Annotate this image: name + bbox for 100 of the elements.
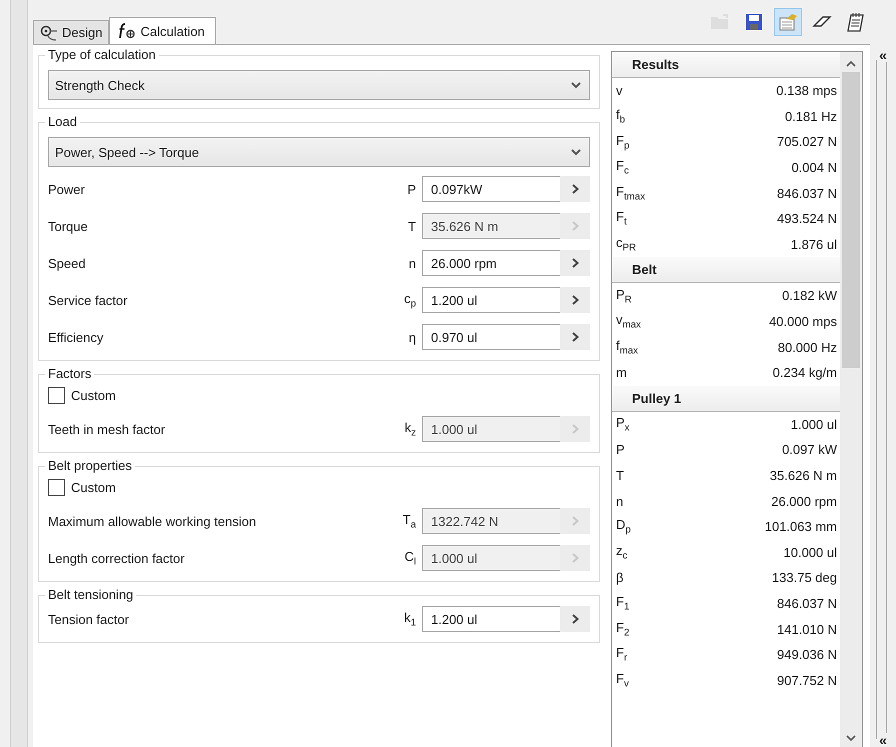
result-value: 493.524 N: [777, 211, 837, 226]
tab[interactable]: Calculation: [109, 17, 216, 44]
tab[interactable]: Design: [33, 20, 110, 44]
result-value: 846.037 N: [777, 186, 837, 201]
symbol-label: T: [408, 218, 416, 234]
symbol-label: T$_{a}$: [402, 512, 416, 530]
result-symbol: F$_{r}$: [616, 645, 628, 664]
result-value: 80.000 Hz: [778, 340, 837, 355]
value-field[interactable]: 26.000 rpm: [422, 250, 562, 276]
chevron-right-icon: [572, 516, 578, 526]
result-symbol: F$_{1}$: [616, 594, 630, 613]
result-symbol: F$_{c}$: [616, 158, 629, 177]
checkbox-label: Custom: [71, 388, 116, 402]
result-symbol: D$_{p}$: [616, 517, 631, 536]
symbol-label: η: [408, 330, 416, 344]
symbol-label: k$_{z}$: [404, 420, 416, 438]
field-label: Teeth in mesh factor: [48, 422, 166, 436]
value-field[interactable]: 0.970 ul: [422, 324, 562, 350]
result-value: 949.036 N: [777, 647, 837, 662]
field-label: Efficiency: [48, 330, 104, 344]
arrow-button[interactable]: [560, 176, 590, 202]
group-title: Factors: [45, 366, 94, 381]
result-symbol: F$_{v}$: [616, 670, 629, 690]
result-value: 0.138 mps: [776, 83, 837, 98]
symbol-label: k$_{1}$: [404, 610, 416, 628]
value-field[interactable]: 1.200 ul: [422, 287, 562, 313]
section-header: Belt: [612, 257, 840, 284]
save-icon: [745, 13, 763, 31]
result-value: 1.876 ul: [790, 236, 837, 252]
result-value: 846.037 N: [777, 596, 837, 611]
field-label: Length correction factor: [48, 550, 186, 566]
result-symbol: T: [616, 468, 624, 484]
result-symbol: f$_{max}$: [616, 338, 638, 356]
section-header: Results: [612, 52, 840, 78]
value-field[interactable]: 0.097kW: [422, 176, 562, 202]
chevron-right-icon: [572, 258, 578, 268]
chevron-right-icon: [572, 424, 578, 434]
result-symbol: z$_{c}$: [616, 543, 628, 562]
chevron-right-icon: [572, 295, 578, 305]
dropdown[interactable]: Power, Speed --> Torque: [48, 137, 590, 167]
result-symbol: F$_{t}$: [616, 209, 627, 228]
dropdown[interactable]: Strength Check: [48, 70, 590, 100]
arrow-button[interactable]: [560, 606, 590, 632]
scrollbar[interactable]: [840, 52, 862, 747]
chevron-right-icon: [572, 221, 578, 231]
chevron-right-icon: [572, 184, 578, 194]
arrow-button[interactable]: [560, 324, 590, 350]
symbol-label: C$_{l}$: [404, 548, 416, 568]
result-symbol: P$_{x}$: [616, 415, 630, 434]
chevron-down-icon: [571, 82, 581, 88]
result-symbol: P: [616, 442, 625, 458]
result-value: 40.000 mps: [769, 314, 837, 330]
result-value: 141.010 N: [777, 622, 837, 637]
result-value: 0.182 kW: [782, 288, 837, 304]
notepad-icon: [847, 12, 865, 32]
function-icon: [118, 23, 136, 39]
result-symbol: v$_{max}$: [616, 312, 641, 331]
field-label: Service factor: [48, 292, 128, 308]
result-value: 1.000 ul: [790, 416, 837, 432]
arrow-button[interactable]: [560, 287, 590, 313]
result-symbol: P$_{R}$: [616, 286, 632, 306]
checkbox[interactable]: [48, 478, 65, 496]
field-label: Torque: [48, 218, 89, 234]
folder-icon: [710, 14, 730, 30]
result-value: 0.181 Hz: [784, 108, 837, 124]
result-value: 0.004 N: [791, 160, 837, 176]
value-field[interactable]: 1.200 ul: [422, 606, 562, 632]
scroll-up-icon: [846, 60, 856, 68]
checkbox[interactable]: [48, 386, 65, 404]
result-value: 907.752 N: [777, 672, 837, 688]
result-value: 133.75 deg: [772, 570, 837, 586]
result-value: 35.626 N m: [770, 468, 837, 484]
symbol-label: P: [407, 182, 416, 196]
chevron-right-icon: [572, 332, 578, 342]
result-symbol: m: [616, 365, 627, 380]
group-title: Belt tensioning: [45, 587, 136, 602]
section-header: Pulley 1: [612, 386, 840, 412]
result-value: 705.027 N: [777, 134, 837, 150]
collapse-button[interactable]: «: [879, 733, 887, 747]
result-value: 0.097 kW: [782, 442, 837, 458]
group-title: Load: [45, 114, 80, 129]
result-value: 26.000 rpm: [771, 494, 837, 509]
scrollbar-thumb[interactable]: [842, 72, 860, 368]
arrow-button[interactable]: [560, 250, 590, 276]
chevron-down-icon: [571, 148, 581, 156]
chevron-right-icon: [572, 614, 578, 624]
result-symbol: f$_{b}$: [616, 107, 626, 126]
result-symbol: v: [616, 83, 622, 98]
pulley-icon: [40, 24, 58, 40]
chevron-right-icon: [572, 553, 578, 563]
result-value: 10.000 ul: [784, 544, 837, 560]
field-label: Power: [48, 182, 86, 196]
result-symbol: F$_{2}$: [616, 620, 630, 638]
symbol-label: n: [408, 256, 416, 270]
result-symbol: c$_{PR}$: [616, 235, 636, 254]
result-value: 101.063 mm: [764, 519, 837, 534]
result-value: 0.234 kg/m: [772, 365, 837, 380]
field-label: Tension factor: [48, 612, 130, 626]
scroll-down-icon: [846, 734, 856, 742]
field-label: Speed: [48, 256, 87, 270]
